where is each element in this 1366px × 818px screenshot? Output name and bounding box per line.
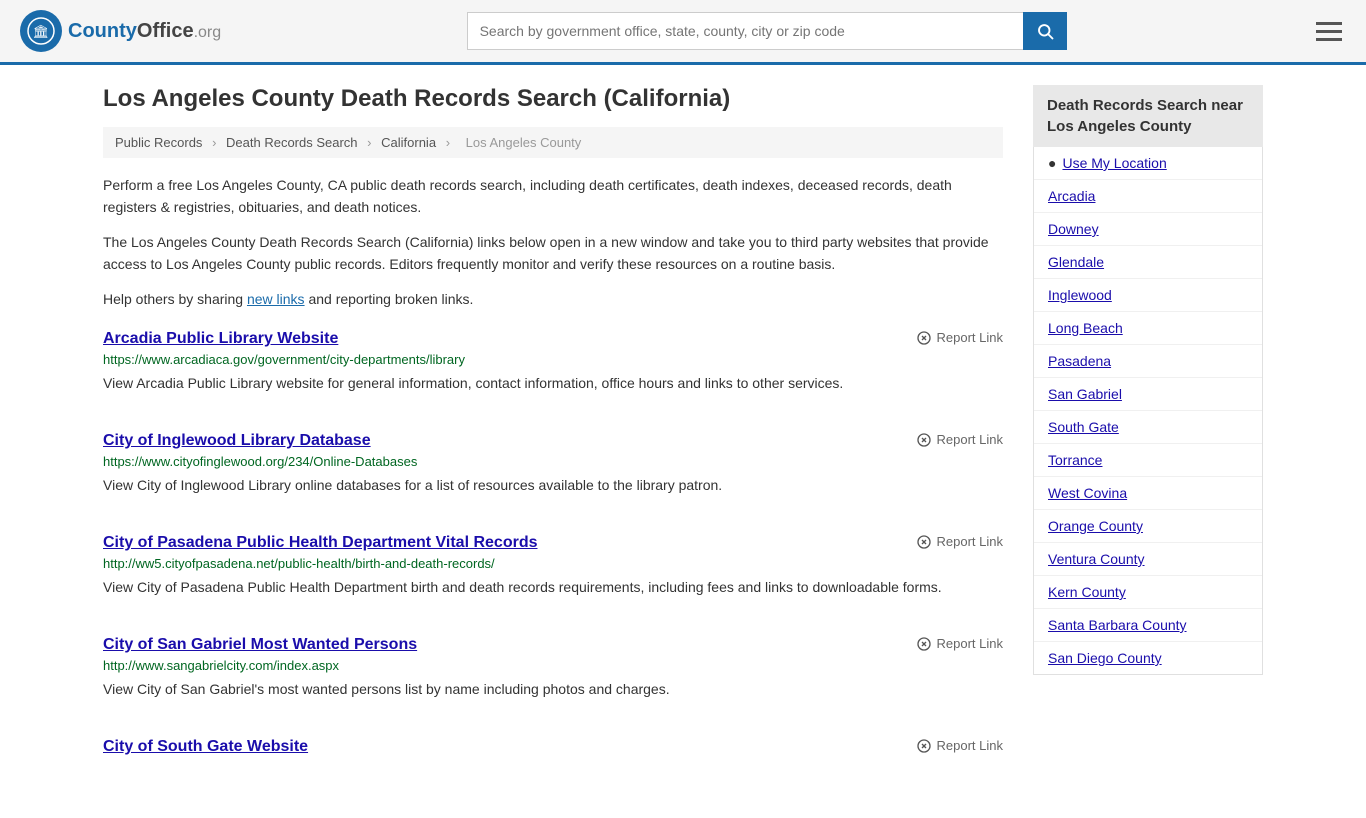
sidebar-item-long-beach[interactable]: Long Beach [1034,312,1262,345]
result-title-4[interactable]: City of San Gabriel Most Wanted Persons [103,636,417,654]
result-url-1[interactable]: https://www.arcadiaca.gov/government/cit… [103,352,1003,367]
result-url-2[interactable]: https://www.cityofinglewood.org/234/Onli… [103,454,1003,469]
breadcrumb: Public Records › Death Records Search › … [103,127,1003,158]
menu-line [1316,38,1342,41]
search-input[interactable] [467,12,1023,50]
logo[interactable]: 🏛 CountyOffice.org [20,10,221,52]
search-button[interactable] [1023,12,1067,50]
result-item: Arcadia Public Library Website Report Li… [103,330,1003,404]
sidebar-item-kern-county[interactable]: Kern County [1034,576,1262,609]
breadcrumb-death-records[interactable]: Death Records Search [226,135,358,150]
report-link-1[interactable]: Report Link [916,330,1003,346]
breadcrumb-california[interactable]: California [381,135,436,150]
sidebar-item-san-gabriel[interactable]: San Gabriel [1034,378,1262,411]
search-icon [1036,22,1054,40]
result-desc-2: View City of Inglewood Library online da… [103,475,1003,496]
location-icon: ● [1048,155,1056,171]
result-desc-1: View Arcadia Public Library website for … [103,373,1003,394]
sidebar-item-downey[interactable]: Downey [1034,213,1262,246]
report-icon [916,432,932,448]
sidebar-item-torrance[interactable]: Torrance [1034,444,1262,477]
result-title-1[interactable]: Arcadia Public Library Website [103,330,338,348]
share-text: Help others by sharing new links and rep… [103,288,1003,310]
result-title-3[interactable]: City of Pasadena Public Health Departmen… [103,534,538,552]
sidebar-item-south-gate[interactable]: South Gate [1034,411,1262,444]
sidebar-title: Death Records Search near Los Angeles Co… [1033,85,1263,147]
menu-button[interactable] [1312,18,1346,45]
page-title: Los Angeles County Death Records Search … [103,85,1003,113]
result-url-3[interactable]: http://ww5.cityofpasadena.net/public-hea… [103,556,1003,571]
sidebar-item-santa-barbara-county[interactable]: Santa Barbara County [1034,609,1262,642]
result-item: City of South Gate Website Report Link [103,738,1003,770]
sidebar-item-inglewood[interactable]: Inglewood [1034,279,1262,312]
report-icon [916,636,932,652]
result-desc-4: View City of San Gabriel's most wanted p… [103,679,1003,700]
report-icon [916,534,932,550]
result-item: City of Pasadena Public Health Departmen… [103,534,1003,608]
menu-line [1316,22,1342,25]
breadcrumb-public-records[interactable]: Public Records [115,135,202,150]
sidebar-item-pasadena[interactable]: Pasadena [1034,345,1262,378]
logo-icon: 🏛 [20,10,62,52]
svg-text:🏛: 🏛 [33,24,50,39]
use-location-text: Use My Location [1062,155,1166,171]
result-item: City of Inglewood Library Database Repor… [103,432,1003,506]
report-icon [916,330,932,346]
result-title-2[interactable]: City of Inglewood Library Database [103,432,371,450]
breadcrumb-current: Los Angeles County [466,135,582,150]
sidebar-item-san-diego-county[interactable]: San Diego County [1034,642,1262,674]
report-link-5[interactable]: Report Link [916,738,1003,754]
sidebar-list: ● Use My Location Arcadia Downey Glendal… [1033,147,1263,675]
result-url-4[interactable]: http://www.sangabrielcity.com/index.aspx [103,658,1003,673]
intro-paragraph-1: Perform a free Los Angeles County, CA pu… [103,174,1003,219]
intro-paragraph-2: The Los Angeles County Death Records Sea… [103,231,1003,276]
result-desc-3: View City of Pasadena Public Health Depa… [103,577,1003,598]
menu-line [1316,30,1342,33]
sidebar-item-orange-county[interactable]: Orange County [1034,510,1262,543]
sidebar-item-west-covina[interactable]: West Covina [1034,477,1262,510]
new-links-link[interactable]: new links [247,291,305,307]
results-list: Arcadia Public Library Website Report Li… [103,330,1003,770]
sidebar-use-location[interactable]: ● Use My Location [1034,147,1262,180]
report-icon [916,738,932,754]
result-item: City of San Gabriel Most Wanted Persons … [103,636,1003,710]
report-link-3[interactable]: Report Link [916,534,1003,550]
sidebar-item-ventura-county[interactable]: Ventura County [1034,543,1262,576]
sidebar-item-arcadia[interactable]: Arcadia [1034,180,1262,213]
result-title-5[interactable]: City of South Gate Website [103,738,308,756]
report-link-2[interactable]: Report Link [916,432,1003,448]
report-link-4[interactable]: Report Link [916,636,1003,652]
sidebar-item-glendale[interactable]: Glendale [1034,246,1262,279]
logo-text: CountyOffice.org [68,20,221,43]
